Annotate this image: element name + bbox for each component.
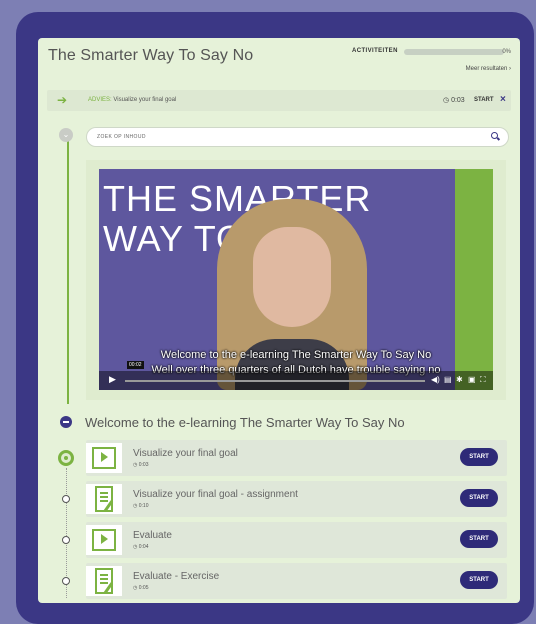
advice-bar[interactable]: ➔ ADVIES: Visualize your final goal ◷ 0:… — [47, 90, 511, 111]
activity-percent: 0% — [502, 49, 511, 55]
timeline-line — [67, 134, 69, 404]
more-results-link[interactable]: Meer resultaten › — [466, 66, 511, 72]
course-card: The Smarter Way To Say No ACTIVITEITEN 0… — [38, 38, 520, 603]
video-play-icon — [92, 529, 116, 551]
lesson-title: Evaluate - Exercise — [133, 571, 220, 582]
lesson-duration: ◷ 0:03 — [133, 462, 149, 468]
settings-icon[interactable]: ✱ — [456, 375, 463, 384]
video-play-icon — [92, 447, 116, 469]
video-progress-track[interactable] — [125, 380, 425, 382]
lesson-row[interactable]: Evaluate ◷ 0:04 START — [86, 522, 507, 558]
lesson-start-button[interactable]: START — [460, 489, 498, 507]
search-input[interactable]: ZOEK OP INHOUD — [86, 127, 509, 147]
lesson-title: Visualize your final goal — [133, 448, 238, 459]
captions-icon[interactable]: ▤ — [444, 375, 452, 384]
activity-progress-bar — [404, 49, 504, 55]
assignment-icon — [95, 486, 113, 512]
volume-icon[interactable]: ◀) — [431, 375, 440, 384]
video-controls[interactable]: ▶ ◀) ▤ ✱ ▣ ⛶ — [99, 371, 493, 390]
presenter-image — [217, 199, 367, 390]
video-player[interactable]: THE SMARTER WAY TO Welcome to the e-lear… — [99, 169, 493, 390]
lesson-thumbnail — [86, 525, 122, 555]
activity-label: ACTIVITEITEN — [352, 48, 398, 54]
lesson-start-button[interactable]: START — [460, 571, 498, 589]
video-subtitle-line1: Welcome to the e-learning The Smarter Wa… — [160, 349, 432, 361]
video-container: THE SMARTER WAY TO Welcome to the e-lear… — [86, 160, 506, 400]
pip-icon[interactable]: ▣ — [468, 375, 476, 384]
advice-start-button[interactable]: START — [474, 97, 494, 103]
video-time: 00:02 — [127, 361, 144, 369]
lesson-thumbnail — [86, 566, 122, 596]
timeline-node — [58, 450, 74, 466]
timeline-node — [62, 536, 70, 544]
lesson-thumbnail — [86, 443, 122, 473]
lesson-duration: ◷ 0:05 — [133, 585, 149, 591]
close-icon[interactable]: × — [500, 94, 506, 105]
fullscreen-icon[interactable]: ⛶ — [480, 375, 486, 385]
collapse-icon[interactable]: ⌄ — [59, 128, 73, 142]
lesson-title: Visualize your final goal - assignment — [133, 489, 298, 500]
lesson-title: Evaluate — [133, 530, 172, 541]
course-title: The Smarter Way To Say No — [48, 47, 254, 64]
assignment-icon — [95, 568, 113, 594]
search-placeholder: ZOEK OP INHOUD — [97, 134, 146, 140]
section-collapse-icon[interactable] — [60, 416, 72, 428]
chevron-right-icon: › — [509, 66, 511, 72]
lesson-start-button[interactable]: START — [460, 530, 498, 548]
lesson-duration: ◷ 0:10 — [133, 503, 149, 509]
lesson-thumbnail — [86, 484, 122, 514]
lesson-start-button[interactable]: START — [460, 448, 498, 466]
play-icon[interactable]: ▶ — [109, 374, 116, 385]
timeline-node — [62, 495, 70, 503]
advice-label: ADVIES: Visualize your final goal — [88, 97, 177, 103]
arrow-right-icon: ➔ — [57, 93, 68, 107]
lesson-row[interactable]: Visualize your final goal - assignment ◷ … — [86, 481, 507, 517]
lesson-row[interactable]: Visualize your final goal ◷ 0:03 START — [86, 440, 507, 476]
lesson-row[interactable]: Evaluate - Exercise ◷ 0:05 START — [86, 563, 507, 599]
lesson-duration: ◷ 0:04 — [133, 544, 149, 550]
section-title: Welcome to the e-learning The Smarter Wa… — [85, 415, 405, 430]
advice-time: ◷ 0:03 — [443, 97, 465, 104]
timeline-node — [62, 577, 70, 585]
search-icon[interactable] — [491, 132, 498, 139]
